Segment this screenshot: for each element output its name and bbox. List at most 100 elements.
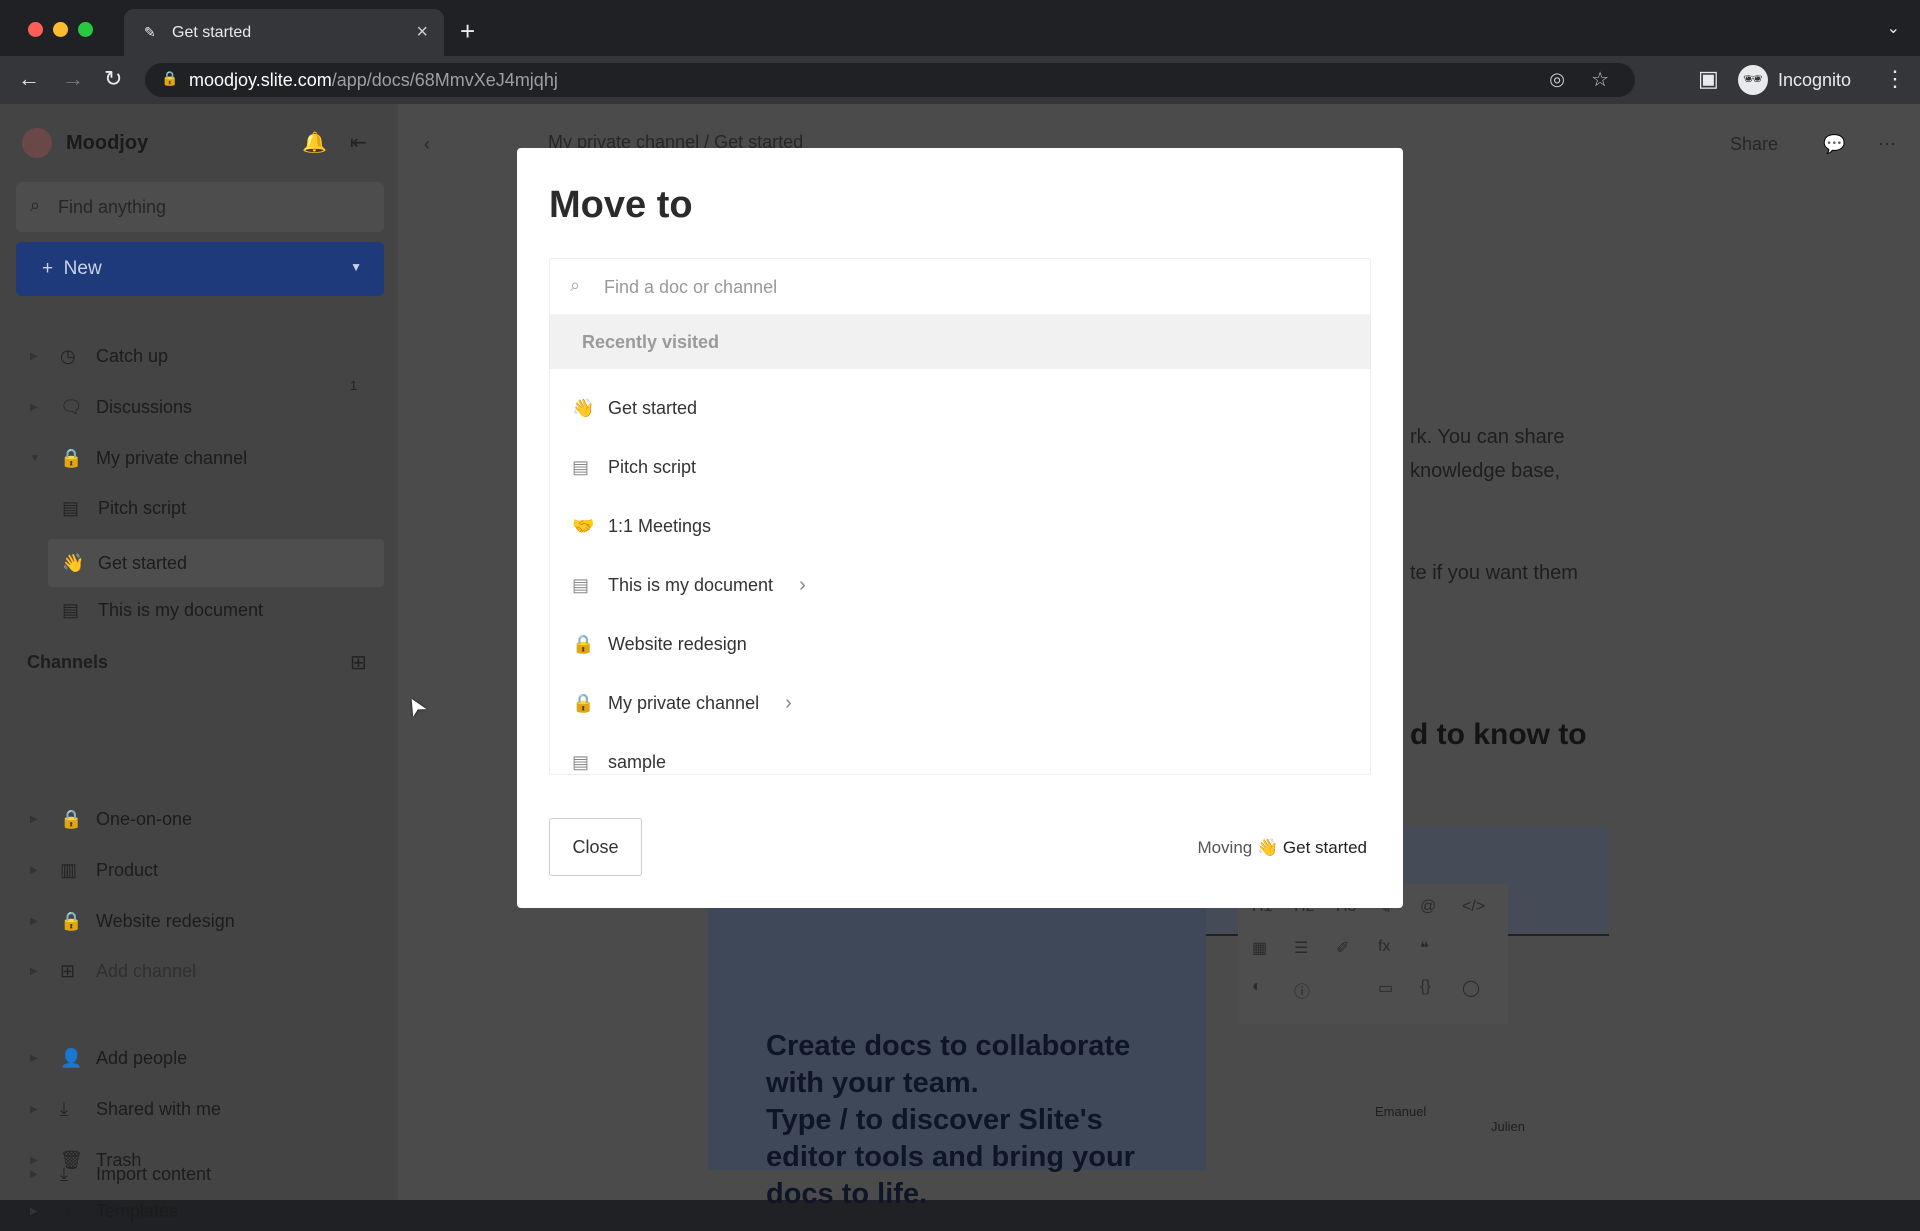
- item-label: Shared with me: [96, 1098, 222, 1119]
- item-label: Pitch script: [608, 457, 697, 477]
- item-label: This is my document: [608, 575, 774, 595]
- doc-heading: d to know to: [1410, 718, 1587, 751]
- destination-my-private-channel[interactable]: 🔒 My private channel ›: [550, 674, 1370, 733]
- wave-icon: 👋: [1256, 838, 1279, 857]
- forward-icon[interactable]: →: [62, 66, 84, 92]
- doc-icon: ▤: [572, 575, 590, 595]
- destination-website-redesign[interactable]: 🔒 Website redesign: [550, 615, 1370, 674]
- destination-this-is-my-document[interactable]: ▤ This is my document ›: [550, 556, 1370, 615]
- lock-icon: 🔒: [60, 808, 83, 829]
- moving-status: Moving 👋 Get started: [1197, 838, 1367, 857]
- sidebar-item-discussions[interactable]: ▶ 🗨 Discussions: [30, 387, 192, 427]
- lock-icon: 🔒: [161, 70, 179, 86]
- share-button[interactable]: Share: [1730, 134, 1778, 155]
- tab-search-chevron-icon[interactable]: ⌄: [1887, 18, 1900, 38]
- item-label: My private channel: [608, 693, 760, 713]
- add-channel-icon: ⊞: [60, 960, 76, 981]
- dialog-title: Move to: [549, 184, 693, 226]
- close-tab-icon[interactable]: ×: [416, 21, 428, 44]
- channel-one-on-one[interactable]: ▶ 🔒 One-on-one: [30, 799, 192, 839]
- item-label: Add channel: [96, 960, 197, 981]
- star-icon[interactable]: ☆: [1591, 67, 1609, 92]
- add-channel-button[interactable]: ▶ ⊞ Add channel: [30, 951, 196, 991]
- item-label: Catch up: [96, 345, 169, 366]
- sidebar-item-pitch-script[interactable]: ▤ Pitch script: [62, 488, 186, 528]
- sidebar-item-get-started[interactable]: 👋 Get started: [48, 539, 384, 587]
- doc-icon: ▤: [572, 457, 590, 477]
- chevron-right-icon[interactable]: ›: [785, 692, 792, 715]
- sidebar-item-this-is-my-document[interactable]: ▤ This is my document: [62, 590, 263, 630]
- item-label: sample: [608, 752, 667, 772]
- destination-pitch-script[interactable]: ▤ Pitch script: [550, 438, 1370, 497]
- sidebar-templates[interactable]: ▶ ◐ Templates: [30, 1191, 178, 1231]
- item-label: 1:1 Meetings: [608, 516, 712, 536]
- url-host: moodjoy.slite.com: [189, 70, 332, 90]
- doc-icon: ▤: [62, 599, 80, 620]
- maximize-window-button[interactable]: [78, 22, 93, 37]
- sidebar: Moodjoy 🔔 ⇤ ⌕ Find anything + New ▼ ▶ ◷ Catc…: [0, 104, 398, 1221]
- more-icon[interactable]: ⋯: [1878, 134, 1896, 155]
- handshake-icon: 🤝: [572, 516, 595, 536]
- new-tab-icon[interactable]: +: [460, 16, 475, 47]
- wave-icon: 👋: [62, 552, 85, 573]
- minimize-window-button[interactable]: [53, 22, 68, 37]
- clock-icon: ◷: [60, 345, 76, 366]
- url-field[interactable]: 🔒 moodjoy.slite.com/app/docs/68MmvXeJ4mjq…: [145, 63, 1635, 97]
- add-person-icon: 👤: [60, 1047, 83, 1068]
- item-label: Get started: [98, 552, 188, 573]
- close-button[interactable]: Close: [549, 818, 642, 876]
- item-label: Discussions: [96, 396, 193, 417]
- item-label: Website redesign: [96, 910, 235, 931]
- new-button[interactable]: + New ▼: [16, 242, 384, 296]
- destination-1-1-meetings[interactable]: 🤝 1:1 Meetings: [550, 497, 1370, 556]
- add-channel-icon[interactable]: ⊞: [350, 650, 367, 675]
- sidebar-add-people[interactable]: ▶ 👤 Add people: [30, 1038, 187, 1078]
- sidebar-item-catch-up[interactable]: ▶ ◷ Catch up: [30, 336, 168, 376]
- destination-sample[interactable]: ▤ sample: [550, 733, 1370, 774]
- search-placeholder: Find a doc or channel: [604, 277, 778, 297]
- reload-icon[interactable]: ↻: [104, 66, 122, 92]
- chevron-right-icon[interactable]: ›: [799, 574, 806, 597]
- url-path: /app/docs/68MmvXeJ4mjqhj: [331, 70, 558, 90]
- back-icon[interactable]: ←: [18, 66, 40, 92]
- workspace-switcher[interactable]: Moodjoy: [22, 128, 148, 158]
- item-label: Get started: [608, 398, 698, 418]
- wave-icon: 👋: [572, 398, 595, 418]
- person-label: Julien: [1491, 1119, 1525, 1134]
- channel-icon: ▥: [60, 859, 78, 880]
- item-label: Templates: [96, 1200, 179, 1221]
- comment-icon[interactable]: 💬: [1823, 134, 1845, 155]
- new-label: New: [63, 258, 102, 279]
- intro-card: Create docs to collaborate with your team…: [708, 908, 1206, 1210]
- lock-icon: 🔒: [60, 447, 83, 468]
- address-bar-row: ← → ↻ 🔒 moodjoy.slite.com/app/docs/68MmvX…: [0, 56, 1920, 104]
- workspace-name: Moodjoy: [66, 131, 149, 154]
- templates-icon: ◐: [60, 1200, 71, 1221]
- person-label: Emanuel: [1375, 1104, 1427, 1119]
- collapse-sidebar-icon[interactable]: ⇤: [350, 130, 367, 155]
- find-anything-input[interactable]: ⌕ Find anything: [16, 182, 384, 232]
- back-icon[interactable]: ‹: [424, 134, 430, 155]
- bell-icon[interactable]: 🔔: [302, 130, 327, 155]
- doc-icon: ▤: [572, 752, 590, 772]
- sidebar-import-content[interactable]: ▶ ⤓ Import content: [30, 1154, 211, 1194]
- item-label: My private channel: [96, 447, 248, 468]
- side-panel-icon[interactable]: ▣: [1698, 66, 1719, 92]
- find-doc-or-channel-input[interactable]: ⌕ Find a doc or channel: [550, 259, 1370, 315]
- sidebar-item-my-private-channel[interactable]: ▼ 🔒 My private channel: [30, 438, 247, 478]
- channel-product[interactable]: ▶ ▥ Product: [30, 850, 158, 890]
- eye-off-icon[interactable]: ◎: [1549, 69, 1565, 90]
- item-label: Pitch script: [98, 497, 187, 518]
- destination-get-started[interactable]: 👋 Get started: [550, 379, 1370, 438]
- browser-menu-icon[interactable]: ⋮: [1884, 66, 1906, 92]
- sidebar-shared-with-me[interactable]: ▶ ⤓ Shared with me: [30, 1089, 221, 1129]
- incognito-profile[interactable]: 🕶 Incognito: [1738, 65, 1851, 95]
- browser-tab-bar: ✎ Get started × + ⌄: [0, 0, 1920, 56]
- close-window-button[interactable]: [28, 22, 43, 37]
- doc-icon: ▤: [62, 497, 80, 518]
- browser-tab[interactable]: ✎ Get started ×: [124, 9, 444, 56]
- caret-down-icon[interactable]: ▼: [350, 260, 362, 274]
- channel-website-redesign[interactable]: ▶ 🔒 Website redesign: [30, 901, 235, 941]
- item-label: Import content: [96, 1163, 212, 1184]
- move-to-dialog: Move to ⌕ Find a doc or channel Recently …: [517, 148, 1403, 908]
